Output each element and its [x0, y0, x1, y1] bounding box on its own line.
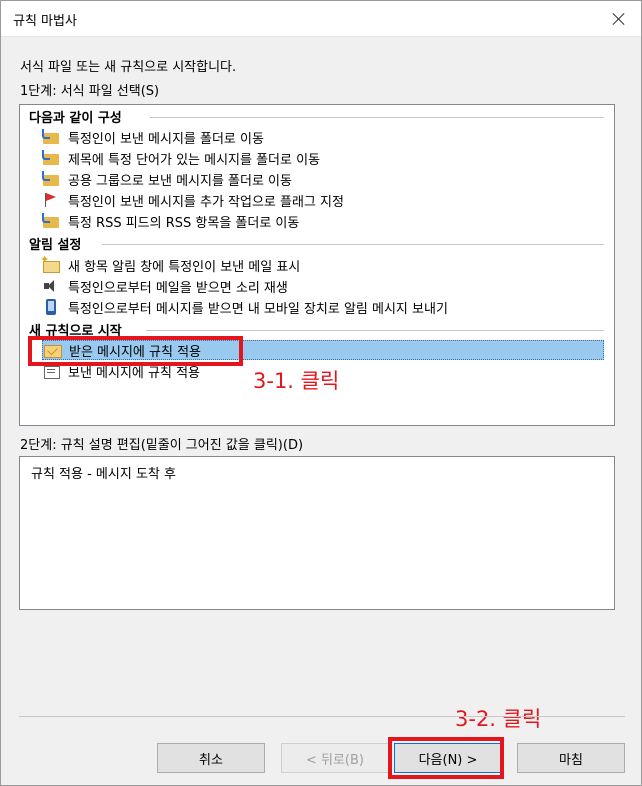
title-bar: 규칙 마법사 — [1, 1, 641, 37]
highlight-box-item — [28, 336, 243, 366]
list-item-label: 특정인이 보낸 메시지를 폴더로 이동 — [68, 131, 264, 147]
list-item-alert-window[interactable]: 새 항목 알림 창에 특정인이 보낸 메일 표시 — [40, 253, 604, 275]
speaker-icon — [42, 278, 60, 294]
list-item-label: 특정인이 보낸 메시지를 추가 작업으로 플래그 지정 — [68, 194, 344, 210]
finish-button[interactable]: 마침 — [517, 743, 625, 773]
list-item-label: 특정인으로부터 메일을 받으면 소리 재생 — [68, 280, 288, 296]
list-item-label: 특정 RSS 피드의 RSS 항목을 폴더로 이동 — [68, 215, 300, 231]
rule-description-box[interactable]: 규칙 적용 - 메시지 도착 후 — [19, 456, 615, 610]
step2-label: 2단계: 규칙 설명 편집(밑줄이 그어진 값을 클릭)(D) — [20, 438, 304, 453]
window-title: 규칙 마법사 — [13, 14, 77, 29]
list-item-move-rss[interactable]: 특정 RSS 피드의 RSS 항목을 폴더로 이동 — [42, 211, 604, 231]
group-divider — [146, 330, 604, 331]
folder-move-icon — [42, 213, 60, 229]
list-item-play-sound[interactable]: 특정인으로부터 메일을 받으면 소리 재생 — [42, 276, 604, 296]
folder-move-icon — [42, 129, 60, 145]
group-header-organize: 다음과 같이 구성 — [29, 111, 122, 126]
rule-description-text: 규칙 적용 - 메시지 도착 후 — [31, 467, 176, 482]
folder-move-icon — [42, 150, 60, 166]
step1-label: 1단계: 서식 파일 선택(S) — [20, 84, 160, 99]
highlight-box-next — [388, 737, 504, 779]
cancel-button[interactable]: 취소 — [157, 743, 265, 773]
list-item-move-from-person[interactable]: 특정인이 보낸 메시지를 폴더로 이동 — [42, 127, 604, 147]
footer-separator — [19, 716, 625, 717]
annotation-click2: 3-2. 클릭 — [455, 707, 542, 731]
list-item-flag-followup[interactable]: 특정인이 보낸 메시지를 추가 작업으로 플래그 지정 — [42, 190, 604, 210]
annotation-click1: 3-1. 클릭 — [253, 369, 340, 393]
list-item-move-by-subject[interactable]: 제목에 특정 단어가 있는 메시지를 폴더로 이동 — [42, 148, 604, 168]
intro-text: 서식 파일 또는 새 규칙으로 시작합니다. — [20, 60, 237, 75]
folder-move-icon — [42, 171, 60, 187]
group-divider — [102, 244, 604, 245]
phone-icon — [42, 299, 60, 315]
list-item-move-group-messages[interactable]: 공용 그룹으로 보낸 메시지를 폴더로 이동 — [42, 169, 604, 189]
list-item-label: 새 항목 알림 창에 특정인이 보낸 메일 표시 — [68, 259, 301, 275]
list-item-mobile-alert[interactable]: 특정인으로부터 메시지를 받으면 내 모바일 장치로 알림 메시지 보내기 — [42, 297, 604, 317]
group-divider — [150, 117, 604, 118]
envelope-star-icon — [40, 253, 60, 273]
rules-wizard-window: 규칙 마법사 서식 파일 또는 새 규칙으로 시작합니다. 1단계: 서식 파일… — [0, 0, 642, 786]
close-icon[interactable] — [609, 9, 629, 29]
group-header-alerts: 알림 설정 — [29, 238, 82, 253]
list-item-label: 특정인으로부터 메시지를 받으면 내 모바일 장치로 알림 메시지 보내기 — [68, 301, 448, 317]
list-item-label: 제목에 특정 단어가 있는 메시지를 폴더로 이동 — [68, 152, 321, 168]
list-item-label: 공용 그룹으로 보낸 메시지를 폴더로 이동 — [68, 173, 292, 189]
back-button[interactable]: < 뒤로(B) — [281, 743, 389, 773]
flag-icon — [42, 192, 60, 208]
